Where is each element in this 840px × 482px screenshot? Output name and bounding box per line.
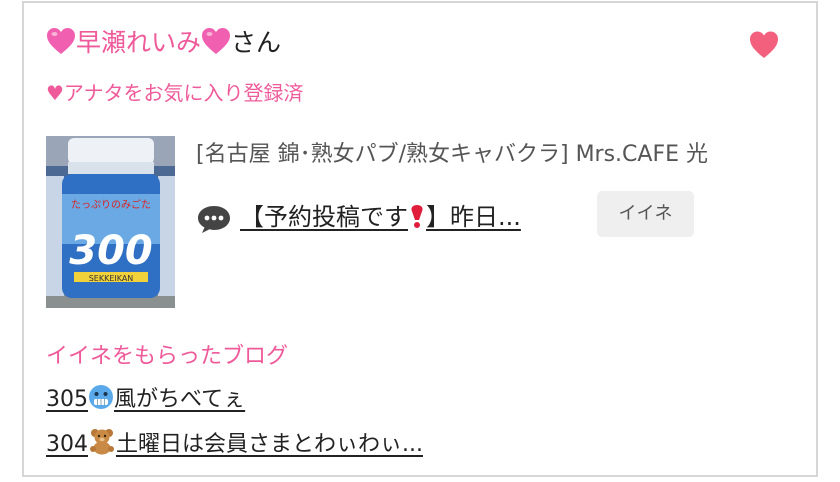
post-title-link[interactable]: 【予約投稿です 】昨日... bbox=[240, 197, 521, 237]
post-thumbnail[interactable]: たっぷりのみごた 300 SEKKEIKAN bbox=[46, 136, 175, 308]
svg-text:SEKKEIKAN: SEKKEIKAN bbox=[89, 274, 134, 283]
girl-name: 早瀬れいみ bbox=[76, 28, 202, 57]
blog-number: 304 bbox=[46, 432, 88, 457]
bottled-drink-photo: たっぷりのみごた 300 SEKKEIKAN bbox=[46, 136, 175, 308]
post-title-end: 】昨日... bbox=[426, 203, 521, 231]
favorite-status: ♥アナタをお気に入り登録済 bbox=[46, 81, 304, 105]
liked-blog-link[interactable]: 305 風がちべてぇ bbox=[46, 383, 245, 417]
speech-bubble-icon bbox=[198, 206, 230, 233]
red-exclamation-icon bbox=[411, 205, 423, 228]
like-button[interactable]: イイネ bbox=[597, 191, 694, 237]
pink-heart-icon bbox=[202, 28, 231, 54]
liked-blog-link[interactable]: 304 土曜日は会員さまとわぃわぃ... bbox=[46, 427, 423, 462]
svg-text:たっぷりのみごた: たっぷりのみごた bbox=[71, 198, 151, 211]
blog-number: 305 bbox=[46, 387, 88, 412]
blog-title: 土曜日は会員さまとわぃわぃ... bbox=[116, 432, 423, 457]
liked-blogs-heading: イイネをもらったブログ bbox=[46, 344, 289, 369]
post-title-start: 【予約投稿です bbox=[240, 203, 408, 231]
favorite-card: 早瀬れいみ さん ♥アナタをお気に入り登録済 たっぷりのみごた 300 SEKK… bbox=[22, 1, 818, 477]
heart-icon[interactable] bbox=[748, 29, 780, 61]
shop-info: [名古屋 錦･熟女パブ/熟女キャバクラ] Mrs.CAFE 光 bbox=[196, 142, 709, 167]
blog-title: 風がちべてぇ bbox=[114, 387, 246, 412]
cold-face-icon bbox=[89, 385, 113, 409]
svg-text:300: 300 bbox=[69, 228, 153, 274]
girl-name-title[interactable]: 早瀬れいみ さん bbox=[46, 25, 281, 61]
teddy-bear-icon bbox=[90, 429, 114, 455]
name-suffix: さん bbox=[231, 28, 282, 57]
pink-heart-icon bbox=[47, 28, 75, 54]
